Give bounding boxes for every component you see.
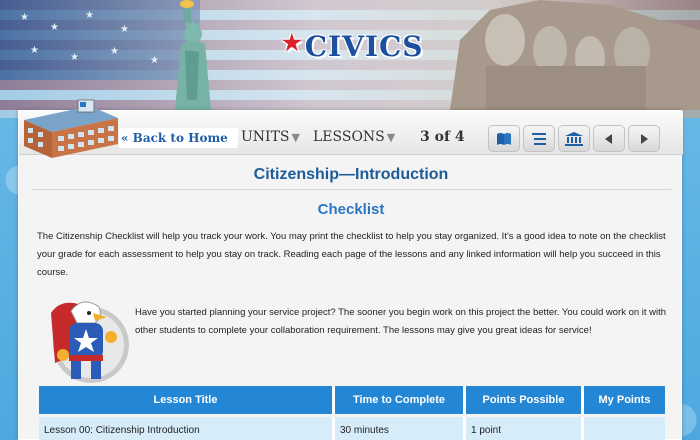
dropdown-arrow-icon: ▼ bbox=[386, 131, 396, 144]
checklist-table: Lesson Title Time to Complete Points Pos… bbox=[39, 386, 665, 440]
list-icon bbox=[532, 132, 546, 145]
previous-button[interactable] bbox=[593, 125, 625, 152]
column-header-time: Time to Complete bbox=[335, 386, 466, 414]
mount-rushmore-icon bbox=[450, 0, 700, 110]
next-arrow-icon bbox=[641, 133, 648, 144]
units-label: UNITS bbox=[241, 129, 290, 145]
logo-text: CIVICS bbox=[304, 30, 424, 63]
column-header-points-possible: Points Possible bbox=[466, 386, 584, 414]
lessons-label: LESSONS bbox=[313, 129, 385, 145]
previous-arrow-icon bbox=[605, 133, 612, 144]
book-icon bbox=[497, 132, 511, 145]
section-title: Checklist bbox=[317, 201, 385, 218]
cell-points-possible: 1 point bbox=[466, 417, 584, 440]
service-project-tip: Have you started planning your service p… bbox=[135, 307, 667, 336]
eagle-superhero-mascot-icon bbox=[51, 301, 129, 383]
column-header-my-points: My Points bbox=[584, 386, 665, 414]
column-header-lesson-title: Lesson Title bbox=[39, 386, 335, 414]
page-indicator: 3 of 4 bbox=[420, 129, 465, 145]
list-button[interactable] bbox=[523, 125, 555, 152]
table-header: Lesson Title Time to Complete Points Pos… bbox=[39, 386, 665, 414]
table-row: Lesson 00: Citizenship Introduction 30 m… bbox=[39, 417, 665, 440]
statue-of-liberty-icon bbox=[175, 0, 211, 110]
school-building-icon bbox=[24, 99, 118, 158]
building-button[interactable] bbox=[558, 125, 590, 152]
units-menu[interactable]: UNITS ▼ bbox=[241, 129, 300, 145]
cell-lesson-title: Lesson 00: Citizenship Introduction bbox=[39, 417, 335, 440]
star-icon: ★ bbox=[282, 30, 303, 56]
dropdown-arrow-icon: ▼ bbox=[291, 131, 300, 144]
intro-paragraph: The Citizenship Checklist will help you … bbox=[37, 231, 666, 278]
book-button[interactable] bbox=[488, 125, 520, 152]
back-to-home-link[interactable]: « Back to Home bbox=[119, 128, 238, 148]
next-button[interactable] bbox=[628, 125, 660, 152]
building-columns-icon bbox=[565, 131, 583, 146]
cell-time: 30 minutes bbox=[335, 417, 466, 440]
cell-my-points[interactable] bbox=[584, 417, 665, 440]
page-title: Citizenship—Introduction bbox=[253, 166, 449, 183]
lessons-menu[interactable]: LESSONS ▼ bbox=[313, 129, 395, 145]
civics-logo: ★CIVICS bbox=[282, 30, 423, 63]
divider bbox=[31, 189, 671, 190]
